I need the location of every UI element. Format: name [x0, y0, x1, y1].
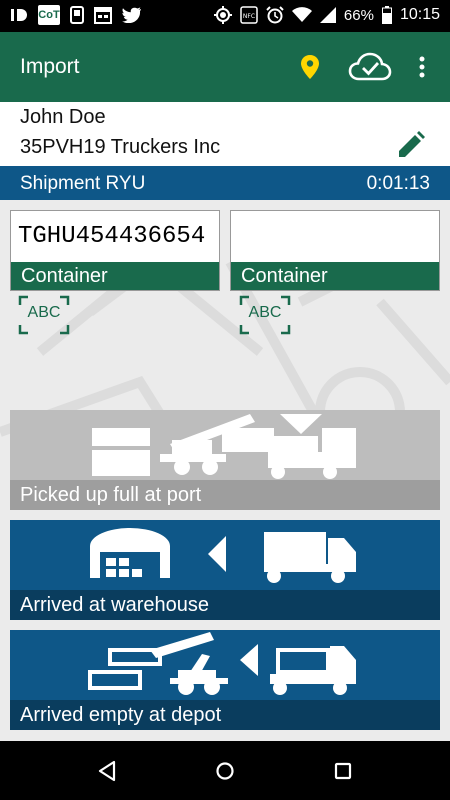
- action-picked-up-full-at-port[interactable]: Picked up full at port: [10, 410, 440, 510]
- container-number-input[interactable]: [231, 211, 439, 261]
- wifi-icon: [291, 7, 312, 22]
- twitter-icon: [122, 7, 141, 23]
- nfc-icon: NFC: [240, 6, 258, 24]
- text-scan-button-2[interactable]: ABC: [239, 295, 291, 335]
- reach-stacker-to-truck-icon: [92, 414, 356, 479]
- signal-icon: [319, 7, 336, 23]
- battery-icon: [381, 6, 392, 24]
- action-label: Arrived at warehouse: [10, 590, 440, 620]
- overflow-menu-icon[interactable]: [418, 56, 426, 78]
- cot-app-icon: CoT: [38, 5, 60, 25]
- scan-label: ABC: [248, 304, 282, 321]
- container-field-2[interactable]: Container: [230, 210, 440, 291]
- action-label: Arrived empty at depot: [10, 700, 440, 730]
- app-bar: Import: [0, 32, 450, 102]
- shipment-bar: Shipment RYU 0:01:13: [0, 166, 450, 200]
- driver-name: John Doe: [20, 106, 106, 128]
- pencil-icon[interactable]: [396, 130, 426, 160]
- page-title: Import: [20, 55, 80, 78]
- truck-to-depot-icon: [88, 632, 356, 695]
- action-arrived-empty-at-depot[interactable]: Arrived empty at depot: [10, 630, 440, 730]
- gps-icon: [213, 6, 232, 24]
- system-nav-bar: [0, 741, 450, 800]
- truck-to-warehouse-icon: [90, 528, 356, 583]
- scan-label: ABC: [27, 304, 61, 321]
- main-content: John Doe 35PVH19 Truckers Inc Shipment R…: [0, 102, 450, 741]
- phone-icon: [70, 6, 84, 24]
- status-bar: CoT NFC 66% 10:15: [0, 0, 450, 32]
- shipment-label: Shipment RYU: [20, 173, 146, 194]
- alarm-icon: [266, 6, 284, 24]
- container-label: Container: [11, 262, 219, 290]
- location-pin-icon[interactable]: [299, 54, 321, 80]
- id-icon: [11, 9, 27, 21]
- cloud-check-icon[interactable]: [348, 52, 392, 82]
- action-label: Picked up full at port: [10, 480, 440, 510]
- text-scan-button-1[interactable]: ABC: [18, 295, 70, 335]
- battery-percent: 66%: [343, 6, 374, 24]
- driver-info: John Doe 35PVH19 Truckers Inc: [0, 102, 450, 166]
- container-number-input[interactable]: TGHU454436654: [11, 211, 219, 261]
- driver-company: 35PVH19 Truckers Inc: [20, 136, 221, 158]
- calendar-icon: [94, 7, 112, 24]
- svg-text:NFC: NFC: [243, 13, 255, 20]
- home-icon[interactable]: [213, 759, 237, 783]
- container-field-1[interactable]: TGHU454436654 Container: [10, 210, 220, 291]
- clock: 10:15: [399, 6, 440, 23]
- back-icon[interactable]: [96, 759, 120, 783]
- recents-icon[interactable]: [331, 759, 355, 783]
- shipment-timer: 0:01:13: [366, 173, 430, 194]
- container-label: Container: [231, 262, 439, 290]
- action-arrived-at-warehouse[interactable]: Arrived at warehouse: [10, 520, 440, 620]
